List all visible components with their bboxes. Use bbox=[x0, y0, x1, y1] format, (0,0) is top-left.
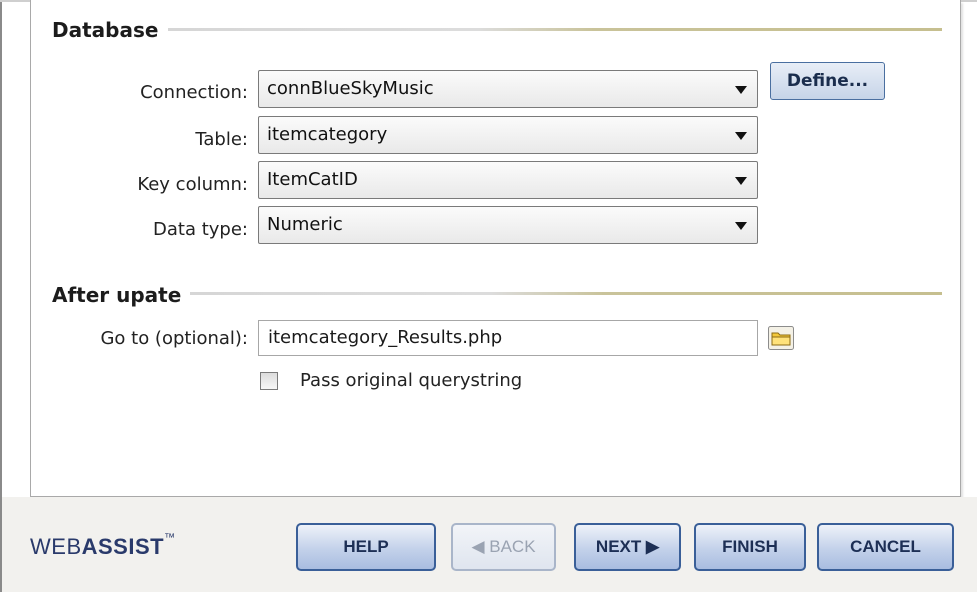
chevron-down-icon bbox=[735, 177, 747, 185]
data-type-select[interactable]: Numeric bbox=[258, 206, 758, 244]
chevron-down-icon bbox=[735, 86, 747, 94]
define-button[interactable]: Define... bbox=[770, 62, 885, 100]
webassist-logo: WEBASSIST™ bbox=[30, 532, 176, 559]
pass-querystring-checkbox[interactable] bbox=[260, 372, 278, 390]
connection-select[interactable]: connBlueSkyMusic bbox=[258, 70, 758, 108]
chevron-down-icon bbox=[735, 222, 747, 230]
cancel-button[interactable]: CANCEL bbox=[817, 523, 954, 571]
section-divider bbox=[168, 28, 942, 31]
table-label: Table: bbox=[195, 129, 248, 150]
connection-value: connBlueSkyMusic bbox=[267, 78, 434, 99]
connection-label: Connection: bbox=[140, 82, 248, 103]
go-to-label: Go to (optional): bbox=[100, 328, 248, 349]
data-type-label: Data type: bbox=[153, 219, 248, 240]
go-to-input[interactable]: itemcategory_Results.php bbox=[258, 320, 758, 356]
section-title-after-update: After upate bbox=[52, 283, 182, 307]
pass-querystring-label: Pass original querystring bbox=[300, 370, 523, 391]
table-select[interactable]: itemcategory bbox=[258, 116, 758, 154]
key-column-value: ItemCatID bbox=[267, 169, 358, 190]
section-divider bbox=[190, 292, 942, 295]
key-column-label: Key column: bbox=[137, 174, 248, 195]
folder-icon[interactable] bbox=[768, 326, 794, 350]
data-type-value: Numeric bbox=[267, 214, 343, 235]
finish-button[interactable]: FINISH bbox=[694, 523, 806, 571]
next-button[interactable]: NEXT ▶ bbox=[574, 523, 681, 571]
section-title-database: Database bbox=[52, 18, 159, 42]
table-value: itemcategory bbox=[267, 124, 388, 145]
chevron-down-icon bbox=[735, 132, 747, 140]
help-button[interactable]: HELP bbox=[296, 523, 436, 571]
key-column-select[interactable]: ItemCatID bbox=[258, 161, 758, 199]
back-button[interactable]: ◀ BACK bbox=[451, 523, 556, 571]
